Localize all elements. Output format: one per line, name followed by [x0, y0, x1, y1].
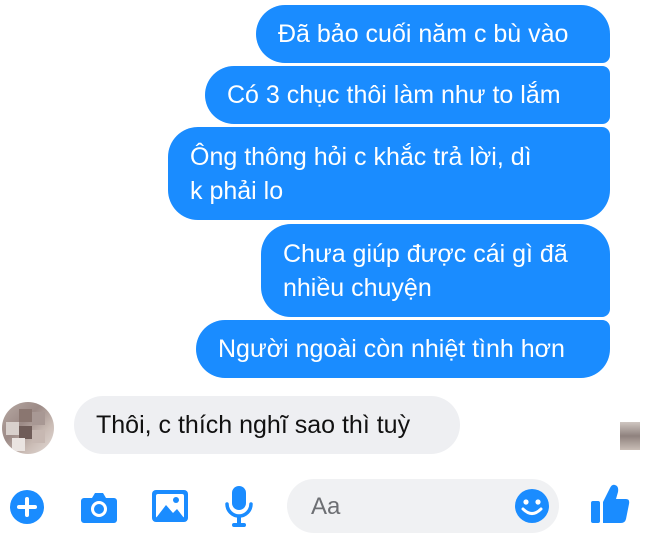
emoji-icon[interactable] — [513, 487, 551, 525]
avatar[interactable] — [2, 402, 54, 454]
outgoing-message[interactable]: Ông thông hỏi c khắc trả lời, dì k phải … — [168, 127, 610, 220]
message-text: Người ngoài còn nhiệt tình hơn — [218, 335, 565, 363]
message-text: Có 3 chục thôi làm như to lắm — [227, 81, 561, 109]
outgoing-message[interactable]: Có 3 chục thôi làm như to lắm — [205, 66, 610, 124]
message-text: Chưa giúp được cái gì đã nhiều chuyện — [283, 239, 568, 302]
message-text: Thôi, c thích nghĩ sao thì tuỳ — [96, 410, 411, 439]
image-icon[interactable] — [150, 488, 190, 524]
camera-icon[interactable] — [78, 488, 120, 526]
seen-avatar — [620, 422, 640, 450]
thumbs-up-icon[interactable] — [588, 482, 632, 526]
message-text: Đã bảo cuối năm c bù vào — [278, 20, 569, 48]
microphone-icon[interactable] — [223, 484, 255, 528]
outgoing-message[interactable]: Người ngoài còn nhiệt tình hơn — [196, 320, 610, 378]
message-text: Ông thông hỏi c khắc trả lời, dì k phải … — [190, 142, 532, 205]
message-input[interactable] — [309, 489, 503, 525]
outgoing-message[interactable]: Chưa giúp được cái gì đã nhiều chuyện — [261, 224, 610, 317]
incoming-message[interactable]: Thôi, c thích nghĩ sao thì tuỳ — [74, 396, 460, 454]
outgoing-message[interactable]: Đã bảo cuối năm c bù vào — [256, 5, 610, 63]
message-composer[interactable] — [287, 479, 559, 533]
plus-icon[interactable] — [8, 488, 46, 526]
